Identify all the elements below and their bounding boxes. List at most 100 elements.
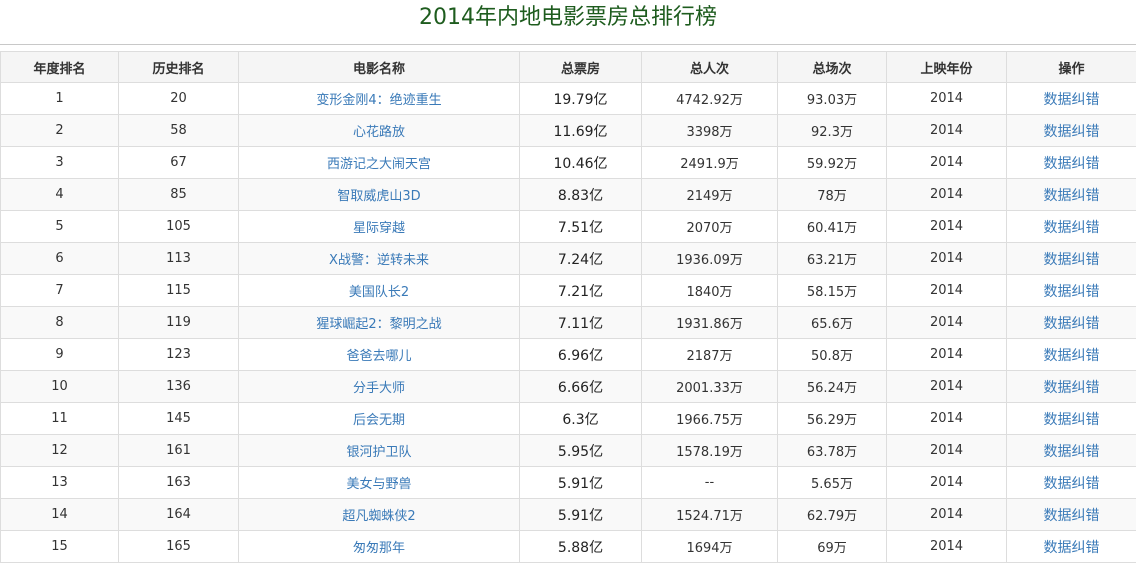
data-correction-link[interactable]: 数据纠错 — [1044, 476, 1100, 492]
history-rank-cell: 145 — [119, 403, 239, 435]
history-rank-cell: 119 — [119, 307, 239, 339]
header-total-screenings: 总场次 — [778, 52, 887, 83]
movie-name-cell: 分手大师 — [239, 371, 520, 403]
movie-name-cell: 美国队长2 — [239, 275, 520, 307]
data-correction-link[interactable]: 数据纠错 — [1044, 220, 1100, 236]
header-total-admissions: 总人次 — [642, 52, 778, 83]
total-admissions-cell: 2491.9万 — [642, 147, 778, 179]
header-release-year: 上映年份 — [887, 52, 1007, 83]
total-admissions-cell: 1524.71万 — [642, 499, 778, 531]
year-rank-cell: 14 — [1, 499, 119, 531]
year-rank-cell: 10 — [1, 371, 119, 403]
movie-name-link[interactable]: 星际穿越 — [353, 221, 405, 236]
movie-name-link[interactable]: 匆匆那年 — [353, 541, 405, 556]
data-correction-link[interactable]: 数据纠错 — [1044, 412, 1100, 428]
total-screenings-cell: 50.8万 — [778, 339, 887, 371]
movie-name-link[interactable]: 心花路放 — [353, 125, 405, 140]
movie-name-link[interactable]: 爸爸去哪儿 — [346, 349, 411, 364]
movie-name-link[interactable]: 超凡蜘蛛侠2 — [342, 509, 415, 524]
data-correction-link[interactable]: 数据纠错 — [1044, 92, 1100, 108]
movie-name-link[interactable]: 智取威虎山3D — [337, 189, 420, 204]
data-correction-link[interactable]: 数据纠错 — [1044, 252, 1100, 268]
action-cell: 数据纠错 — [1007, 307, 1136, 339]
data-correction-link[interactable]: 数据纠错 — [1044, 444, 1100, 460]
table-row: 5 105 星际穿越 7.51亿 2070万 60.41万 2014 数据纠错 — [1, 211, 1136, 243]
movie-name-link[interactable]: 分手大师 — [353, 381, 405, 396]
movie-name-link[interactable]: 后会无期 — [353, 413, 405, 428]
movie-name-cell: 银河护卫队 — [239, 435, 520, 467]
release-year-cell: 2014 — [887, 403, 1007, 435]
table-row: 2 58 心花路放 11.69亿 3398万 92.3万 2014 数据纠错 — [1, 115, 1136, 147]
total-gross-cell: 7.11亿 — [520, 307, 642, 339]
header-history-rank: 历史排名 — [119, 52, 239, 83]
total-screenings-cell: 63.21万 — [778, 243, 887, 275]
total-screenings-cell: 78万 — [778, 179, 887, 211]
total-gross-cell: 6.66亿 — [520, 371, 642, 403]
data-correction-link[interactable]: 数据纠错 — [1044, 348, 1100, 364]
release-year-cell: 2014 — [887, 467, 1007, 499]
release-year-cell: 2014 — [887, 115, 1007, 147]
movie-name-link[interactable]: 西游记之大闹天宫 — [327, 157, 431, 172]
total-gross-cell: 5.95亿 — [520, 435, 642, 467]
history-rank-cell: 115 — [119, 275, 239, 307]
data-correction-link[interactable]: 数据纠错 — [1044, 508, 1100, 524]
movie-name-cell: 西游记之大闹天宫 — [239, 147, 520, 179]
movie-name-link[interactable]: 银河护卫队 — [346, 445, 411, 460]
total-admissions-cell: 1694万 — [642, 531, 778, 563]
table-row: 4 85 智取威虎山3D 8.83亿 2149万 78万 2014 数据纠错 — [1, 179, 1136, 211]
year-rank-cell: 3 — [1, 147, 119, 179]
year-rank-cell: 9 — [1, 339, 119, 371]
movie-name-cell: 心花路放 — [239, 115, 520, 147]
release-year-cell: 2014 — [887, 307, 1007, 339]
movie-name-link[interactable]: 美国队长2 — [349, 285, 409, 300]
total-admissions-cell: 2149万 — [642, 179, 778, 211]
year-rank-cell: 13 — [1, 467, 119, 499]
action-cell: 数据纠错 — [1007, 339, 1136, 371]
year-rank-cell: 7 — [1, 275, 119, 307]
total-admissions-cell: 4742.92万 — [642, 83, 778, 115]
release-year-cell: 2014 — [887, 371, 1007, 403]
movie-name-link[interactable]: X战警：逆转未来 — [329, 253, 429, 268]
data-correction-link[interactable]: 数据纠错 — [1044, 540, 1100, 556]
total-gross-cell: 5.88亿 — [520, 531, 642, 563]
movie-name-cell: 美女与野兽 — [239, 467, 520, 499]
history-rank-cell: 58 — [119, 115, 239, 147]
table-row: 8 119 猩球崛起2：黎明之战 7.11亿 1931.86万 65.6万 20… — [1, 307, 1136, 339]
total-screenings-cell: 58.15万 — [778, 275, 887, 307]
table-row: 10 136 分手大师 6.66亿 2001.33万 56.24万 2014 数… — [1, 371, 1136, 403]
total-gross-cell: 8.83亿 — [520, 179, 642, 211]
total-admissions-cell: 2187万 — [642, 339, 778, 371]
total-gross-cell: 6.3亿 — [520, 403, 642, 435]
total-gross-cell: 7.21亿 — [520, 275, 642, 307]
title-divider — [0, 44, 1136, 45]
action-cell: 数据纠错 — [1007, 499, 1136, 531]
data-correction-link[interactable]: 数据纠错 — [1044, 316, 1100, 332]
action-cell: 数据纠错 — [1007, 83, 1136, 115]
movie-name-link[interactable]: 变形金刚4：绝迹重生 — [316, 93, 441, 108]
movie-name-cell: 爸爸去哪儿 — [239, 339, 520, 371]
total-screenings-cell: 62.79万 — [778, 499, 887, 531]
total-screenings-cell: 56.24万 — [778, 371, 887, 403]
total-gross-cell: 19.79亿 — [520, 83, 642, 115]
history-rank-cell: 113 — [119, 243, 239, 275]
release-year-cell: 2014 — [887, 339, 1007, 371]
total-gross-cell: 10.46亿 — [520, 147, 642, 179]
data-correction-link[interactable]: 数据纠错 — [1044, 188, 1100, 204]
data-correction-link[interactable]: 数据纠错 — [1044, 284, 1100, 300]
action-cell: 数据纠错 — [1007, 275, 1136, 307]
header-action: 操作 — [1007, 52, 1136, 83]
movie-name-link[interactable]: 美女与野兽 — [346, 477, 411, 492]
data-correction-link[interactable]: 数据纠错 — [1044, 380, 1100, 396]
total-admissions-cell: 1578.19万 — [642, 435, 778, 467]
total-admissions-cell: 2001.33万 — [642, 371, 778, 403]
release-year-cell: 2014 — [887, 499, 1007, 531]
movie-name-cell: 猩球崛起2：黎明之战 — [239, 307, 520, 339]
year-rank-cell: 1 — [1, 83, 119, 115]
table-body: 1 20 变形金刚4：绝迹重生 19.79亿 4742.92万 93.03万 2… — [1, 83, 1136, 563]
data-correction-link[interactable]: 数据纠错 — [1044, 156, 1100, 172]
data-correction-link[interactable]: 数据纠错 — [1044, 124, 1100, 140]
release-year-cell: 2014 — [887, 531, 1007, 563]
release-year-cell: 2014 — [887, 147, 1007, 179]
movie-name-cell: 智取威虎山3D — [239, 179, 520, 211]
movie-name-link[interactable]: 猩球崛起2：黎明之战 — [316, 317, 441, 332]
